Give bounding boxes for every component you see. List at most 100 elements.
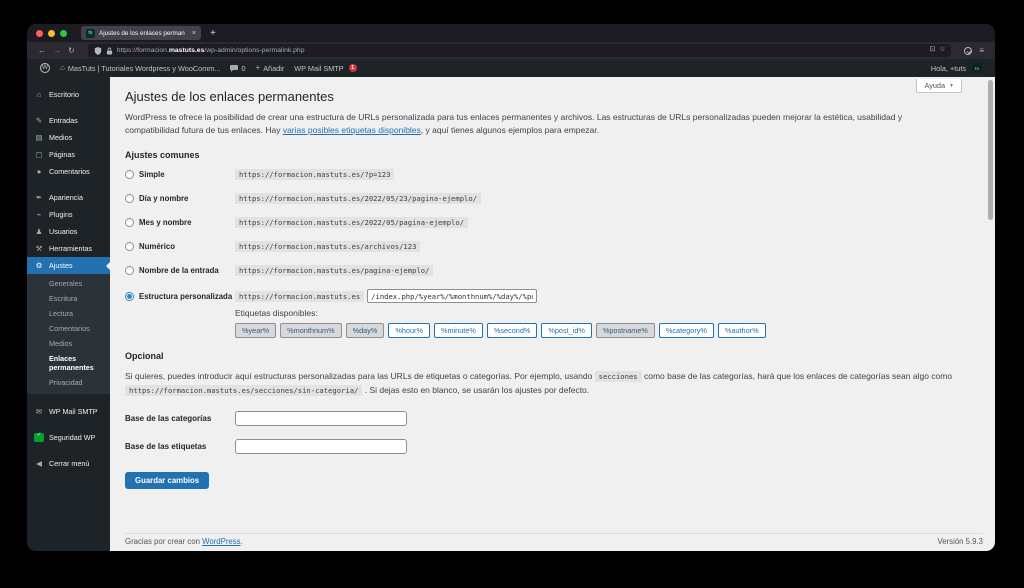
intro-paragraph: WordPress te ofrece la posibilidad de cr… <box>125 112 903 136</box>
notification-badge: 1 <box>348 64 357 72</box>
save-page-icon[interactable]: ⊡ <box>930 46 936 54</box>
sidebar-item[interactable]: ✓ Seguridad WP <box>27 429 110 446</box>
permalink-tag-button[interactable]: %monthnum% <box>280 323 342 339</box>
optional-paragraph: Si quieres, puedes introducir aquí estru… <box>125 371 953 396</box>
sidebar-item[interactable]: ♟ Usuarios <box>27 223 110 240</box>
sidebar-subitem[interactable]: Generales <box>27 276 110 291</box>
new-tab-button[interactable]: + <box>210 28 216 39</box>
sidebar-item[interactable]: ⚒ Herramientas <box>27 240 110 257</box>
available-tags: %year% %monthnum% %day% %hour% %minute% … <box>235 323 983 339</box>
url-bar[interactable]: https://formacion.mastuts.es/wp-admin/op… <box>87 44 952 57</box>
sidebar-subitem[interactable]: Lectura <box>27 306 110 321</box>
category-base-input[interactable] <box>235 410 407 426</box>
appearance-icon: ✒ <box>35 192 43 202</box>
radio-button[interactable] <box>125 218 134 228</box>
available-tags-link[interactable]: varias posibles etiquetas disponibles <box>283 125 421 135</box>
permalink-options: Simple https://formacion.mastuts.es/?p=1… <box>125 169 983 277</box>
browser-tab[interactable]: ts Ajustes de los enlaces perman × <box>81 26 201 40</box>
tag-base-row: Base de las etiquetas <box>125 438 983 454</box>
site-name-menu[interactable]: ⌂ MasTuts | Tutoriales Wordpress y WooCom… <box>55 59 225 77</box>
sidebar-item[interactable]: ◀ Cerrar menú <box>27 455 110 472</box>
forward-icon[interactable]: → <box>53 46 61 55</box>
option-label: Estructura personalizada <box>139 291 233 301</box>
sidebar-item[interactable]: ⌂ Escritorio <box>27 86 110 103</box>
lock-icon[interactable] <box>106 47 113 55</box>
save-changes-button[interactable]: Guardar cambios <box>125 471 210 489</box>
plus-icon: + <box>255 63 261 72</box>
example-url: https://formacion.mastuts.es/?p=123 <box>235 169 395 181</box>
sidebar-item[interactable]: ● Comentarios <box>27 163 110 180</box>
permalink-tag-button[interactable]: %post_id% <box>541 323 592 339</box>
permalink-tag-button[interactable]: %day% <box>345 323 385 339</box>
tab-close-icon[interactable]: × <box>192 30 196 37</box>
sidebar-subitem[interactable]: Escritura <box>27 291 110 306</box>
tag-base-input[interactable] <box>235 438 407 454</box>
wp-admin-sidebar: ⌂ Escritorio ✎ Entradas ▤ Medios ▢ Págin… <box>27 77 110 551</box>
wordpress-logo-icon: W <box>40 63 50 73</box>
shield-icon[interactable] <box>94 46 102 55</box>
permalink-tag-button[interactable]: %category% <box>658 323 714 339</box>
sidebar-subitem[interactable]: Enlaces permanentes <box>27 351 110 375</box>
radio-button[interactable] <box>125 242 134 252</box>
security-shield-icon: ✓ <box>34 432 44 442</box>
comments-menu[interactable]: 0 <box>225 59 250 77</box>
example-url: https://formacion.mastuts.es/2022/05/23/… <box>235 193 481 205</box>
available-tags-label: Etiquetas disponibles: <box>235 308 318 319</box>
sidebar-item-label: Seguridad WP <box>49 433 96 442</box>
version-label: Versión 5.9.3 <box>937 537 983 546</box>
sidebar-subitem[interactable]: Privacidad <box>27 375 110 390</box>
sidebar-item[interactable]: ✎ Entradas <box>27 112 110 129</box>
minimize-window-button[interactable] <box>48 29 55 37</box>
sidebar-item[interactable]: ▤ Medios <box>27 129 110 146</box>
new-content-menu[interactable]: + Añadir <box>251 59 290 77</box>
sidebar-item-label: Ajustes <box>49 261 73 270</box>
close-window-button[interactable] <box>36 29 43 37</box>
sidebar-item-label: Usuarios <box>49 227 78 236</box>
permalink-tag-button[interactable]: %second% <box>486 323 538 339</box>
media-icon: ▤ <box>35 132 43 142</box>
permalink-option-row: Nombre de la entrada https://formacion.m… <box>125 265 983 277</box>
bookmark-star-icon[interactable]: ☆ <box>939 46 945 54</box>
permalink-tag-button[interactable]: %postname% <box>595 323 655 339</box>
custom-structure-input[interactable] <box>367 289 538 304</box>
sidebar-item[interactable]: ⚙ Ajustes <box>27 257 110 274</box>
permalink-tag-button[interactable]: %year% <box>235 323 277 339</box>
my-account-menu[interactable]: Hola, +tuts ts <box>926 59 987 77</box>
back-icon[interactable]: ← <box>38 46 46 55</box>
radio-button[interactable] <box>125 266 134 276</box>
radio-button[interactable] <box>125 194 134 204</box>
reload-icon[interactable]: ↻ <box>68 46 75 55</box>
browser-tab-bar: ts Ajustes de los enlaces perman × + <box>27 24 995 42</box>
footer: Gracias por crear con WordPress. Versión… <box>125 533 983 551</box>
common-settings-heading: Ajustes comunes <box>125 150 200 161</box>
footer-credit: Gracias por crear con WordPress. <box>125 537 243 546</box>
window-controls <box>36 29 67 37</box>
permalink-tag-button[interactable]: %minute% <box>433 323 483 339</box>
scrollbar-thumb[interactable] <box>988 80 993 220</box>
permalink-tag-button[interactable]: %hour% <box>388 323 430 339</box>
inline-code: secciones <box>594 371 642 383</box>
sidebar-item[interactable]: ▢ Páginas <box>27 146 110 163</box>
sidebar-item[interactable]: ✒ Apariencia <box>27 189 110 206</box>
hamburger-menu-icon[interactable]: ≡ <box>979 46 984 55</box>
option-label: Numérico <box>139 242 175 252</box>
radio-button[interactable] <box>125 170 134 180</box>
tab-title: Ajustes de los enlaces perman <box>99 29 185 37</box>
sidebar-subitem[interactable]: Medios <box>27 336 110 351</box>
sidebar-item[interactable]: ⌁ Plugins <box>27 206 110 223</box>
help-button[interactable]: Ayuda ▼ <box>916 79 962 93</box>
wp-mail-smtp-menu[interactable]: WP Mail SMTP 1 <box>289 59 361 77</box>
tag-base-label: Base de las etiquetas <box>125 441 207 451</box>
wp-logo-menu[interactable]: W <box>35 59 55 77</box>
sidebar-item[interactable]: ✉ WP Mail SMTP <box>27 403 110 420</box>
dashboard-icon: ⌂ <box>36 89 42 99</box>
permalink-tag-button[interactable]: %author% <box>717 323 766 339</box>
category-base-label: Base de las categorías <box>125 413 212 423</box>
radio-button-selected[interactable] <box>125 291 134 301</box>
sidebar-subitem[interactable]: Comentarios <box>27 321 110 336</box>
account-badge-icon[interactable] <box>964 46 973 55</box>
example-url: https://formacion.mastuts.es/2022/05/pag… <box>235 217 469 229</box>
browser-navbar: ← → ↻ https://formacion.mastuts.es/wp-ad… <box>27 42 995 59</box>
wordpress-link[interactable]: WordPress <box>202 537 240 546</box>
maximize-window-button[interactable] <box>60 29 67 37</box>
